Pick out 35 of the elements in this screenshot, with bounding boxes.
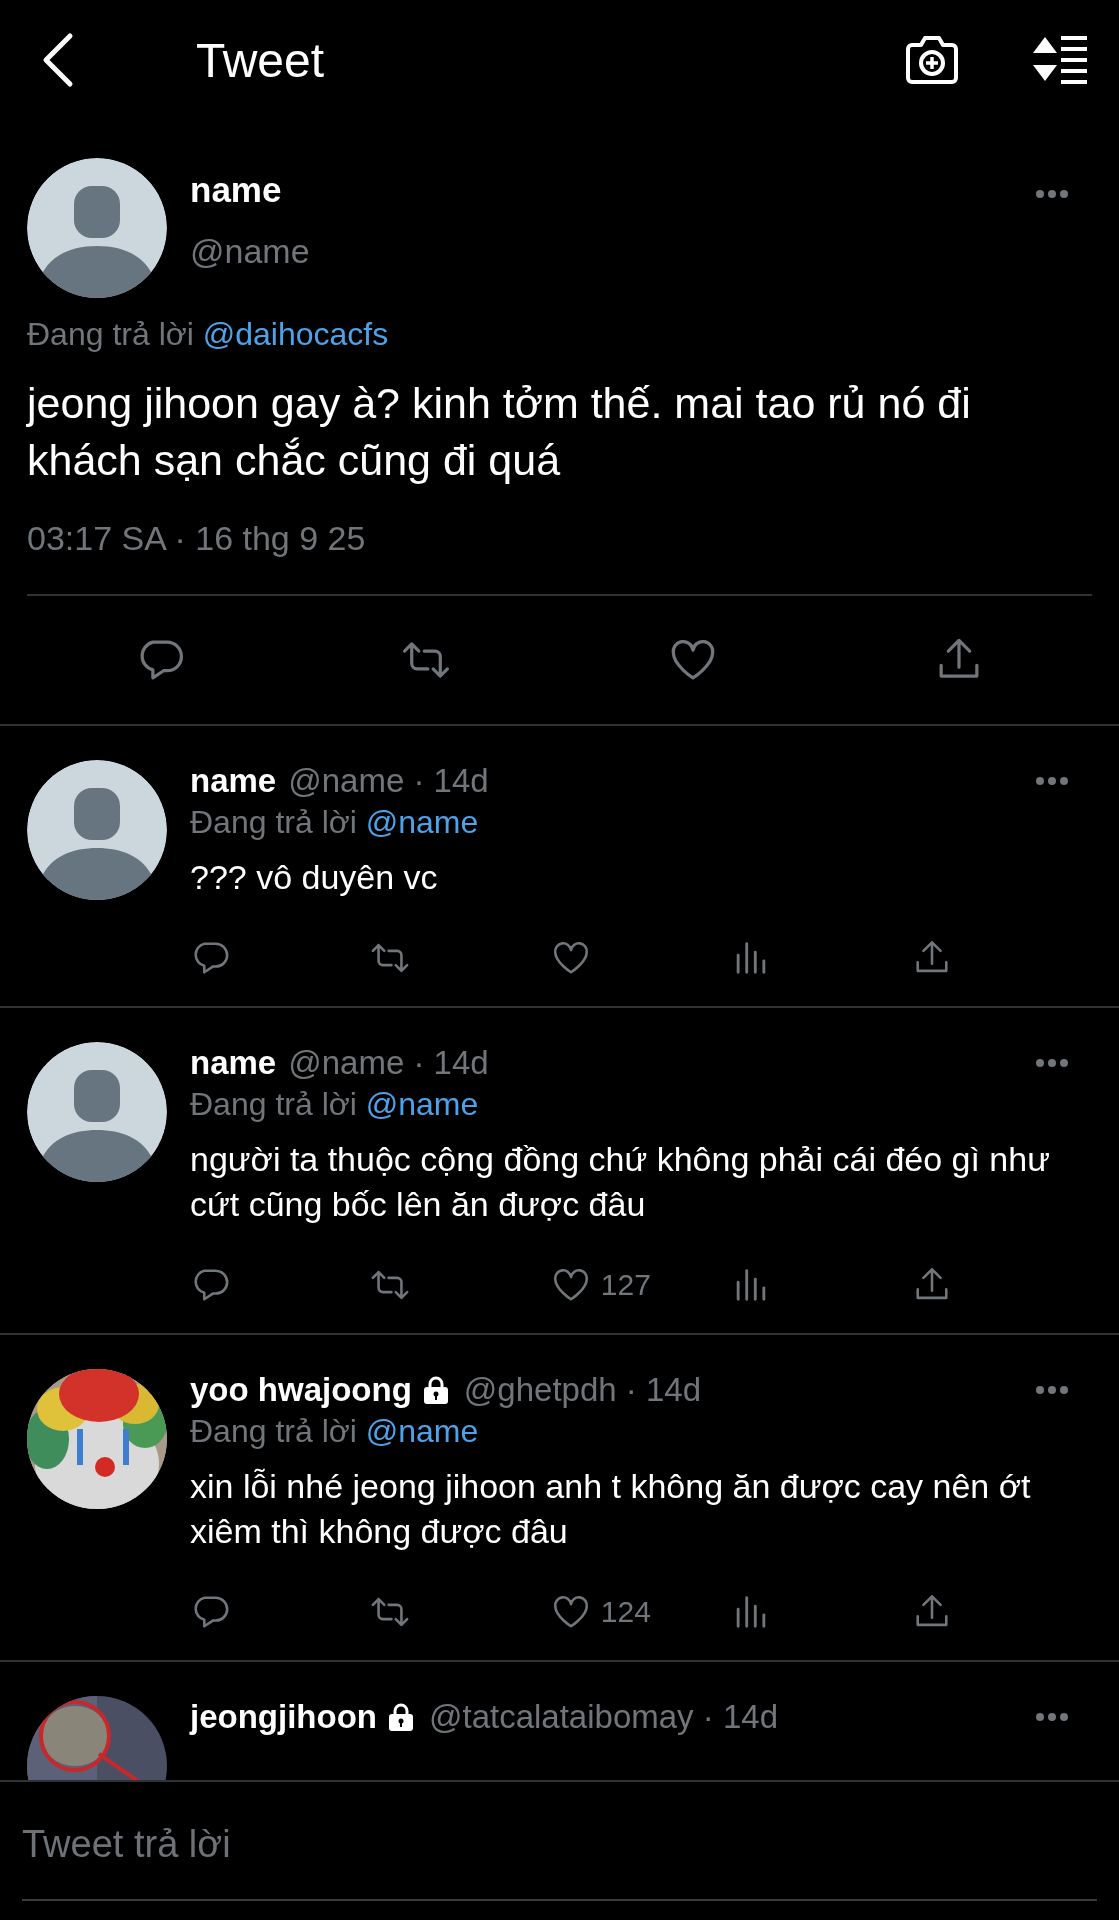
mention-link[interactable]: @name bbox=[365, 1413, 479, 1449]
handle-and-time: @name · 14d bbox=[288, 1044, 490, 1082]
handle-and-time: @tatcalataibomay · 14d bbox=[428, 1698, 779, 1736]
replying-to-text: Đang trả lời @name bbox=[190, 1413, 480, 1450]
user-handle: @name bbox=[190, 232, 311, 271]
avatar-icon[interactable] bbox=[27, 1042, 167, 1182]
tweet-text: jeong jihoon gay à? kinh tởm thế. mai tao rủ nó đi khách sạn chắc cũng đi quá bbox=[27, 378, 972, 486]
more-icon[interactable] bbox=[1034, 1384, 1070, 1396]
more-icon[interactable] bbox=[1034, 1711, 1070, 1723]
reply-text: xin lỗi nhé jeong jihoon anh t không ăn được cay nên ớt xiêm thì không được đâu bbox=[190, 1466, 1032, 1552]
replying-to-text: Đang trả lời @name bbox=[190, 1086, 480, 1123]
mention-link[interactable]: @name bbox=[365, 804, 479, 840]
display-name[interactable]: name bbox=[190, 1044, 277, 1082]
display-name[interactable]: yoo hwajoong bbox=[190, 1371, 412, 1409]
handle-and-time: @name · 14d bbox=[288, 762, 490, 800]
display-name[interactable]: name bbox=[190, 170, 1034, 210]
more-icon[interactable] bbox=[1034, 1057, 1070, 1069]
mention-link[interactable]: @name bbox=[365, 1086, 479, 1122]
like-count: 124 bbox=[600, 1595, 651, 1629]
handle-and-time: @ghetpdh · 14d bbox=[463, 1371, 702, 1409]
page-title: Tweet bbox=[196, 32, 326, 88]
like-count: 127 bbox=[600, 1268, 651, 1302]
reply-text: người ta thuộc cộng đồng chứ không phải cái đéo gì như cứt cũng bốc lên ăn được đâu bbox=[190, 1139, 1051, 1225]
reply-field[interactable]: Tweet trả lời bbox=[22, 1789, 1097, 1901]
replying-to-text: Đang trả lời @name bbox=[190, 804, 480, 841]
replying-to-text: Đang trả lời @daihocacfs bbox=[27, 316, 390, 353]
display-name[interactable]: name bbox=[190, 762, 277, 800]
reply-text: ??? vô duyên vc bbox=[190, 857, 439, 898]
mention-link[interactable]: @daihocacfs bbox=[202, 316, 389, 352]
display-name[interactable]: jeongjihoon bbox=[190, 1698, 377, 1736]
avatar-icon[interactable] bbox=[27, 158, 167, 298]
avatar-icon[interactable] bbox=[27, 760, 167, 900]
more-icon[interactable] bbox=[1034, 775, 1070, 787]
more-icon[interactable] bbox=[1034, 188, 1070, 200]
timestamp: 03:17 SA · 16 thg 9 25 bbox=[27, 519, 1092, 596]
